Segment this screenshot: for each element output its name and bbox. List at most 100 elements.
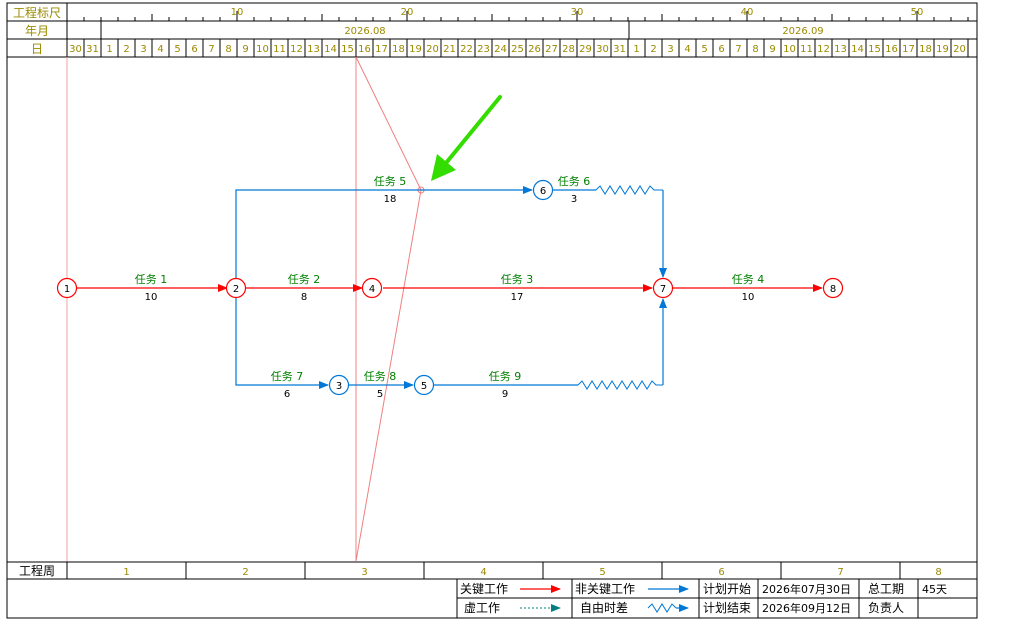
task-duration: 6	[284, 389, 290, 400]
legend-critical-label: 关键工作	[460, 582, 508, 596]
day-cell: 31	[613, 44, 626, 55]
task-9-free-float	[577, 380, 663, 390]
task-name: 任务 1	[135, 273, 168, 286]
node-label: 6	[540, 186, 546, 197]
node-label: 3	[336, 381, 342, 392]
day-cell: 26	[528, 44, 541, 55]
month-september: 2026.09	[782, 26, 823, 37]
day-cell: 3	[667, 44, 673, 55]
node-2[interactable]: 2	[225, 277, 247, 299]
day-cell: 8	[225, 44, 231, 55]
timeline-header: 工程标尺 年月 日 2026.08 2026.09 10 20 30 40 50 30 3…	[6, 2, 978, 58]
day-cell: 5	[174, 44, 180, 55]
ruler-ticks	[66, 11, 969, 21]
day-cell: 10	[783, 44, 796, 55]
task-duration: 17	[511, 292, 524, 303]
day-cell: 25	[511, 44, 524, 55]
day-cell: 11	[800, 44, 813, 55]
day-cell: 14	[851, 44, 864, 55]
node-4[interactable]: 4	[361, 277, 383, 299]
footer: 工程周 1 2 3 4 5 6 7 8 关键工作 非关键工作 虚工作 自由时差 计划开始 20…	[6, 561, 978, 619]
ruler-tick-label: 20	[401, 7, 414, 18]
day-cell: 13	[834, 44, 847, 55]
day-cell: 31	[86, 44, 99, 55]
plan-end-label: 计划结束	[703, 601, 751, 615]
node-label: 8	[830, 284, 836, 295]
week-cell: 3	[361, 567, 367, 578]
total-duration-value: 45天	[922, 583, 947, 596]
total-duration-label: 总工期	[868, 582, 904, 596]
ruler-tick-label: 50	[911, 7, 924, 18]
day-cell: 2	[650, 44, 656, 55]
node-1[interactable]: 1	[56, 277, 78, 299]
task-name: 任务 7	[271, 370, 304, 383]
task-name: 任务 9	[489, 370, 522, 383]
day-cell: 28	[562, 44, 575, 55]
week-cell: 7	[837, 567, 843, 578]
day-cell: 14	[324, 44, 337, 55]
day-cell: 12	[817, 44, 830, 55]
day-cell: 18	[919, 44, 932, 55]
day-cell: 1	[633, 44, 639, 55]
day-cell: 21	[443, 44, 456, 55]
day-cell: 8	[752, 44, 758, 55]
day-cell: 18	[392, 44, 405, 55]
node-label: 1	[64, 284, 70, 295]
task-name: 任务 6	[558, 175, 591, 188]
day-cell: 13	[307, 44, 320, 55]
task-duration: 3	[571, 194, 577, 205]
task-name: 任务 5	[374, 175, 407, 188]
month-label: 年月	[25, 24, 49, 38]
status-check-line	[355, 56, 422, 562]
day-cell: 7	[208, 44, 214, 55]
day-cell: 20	[426, 44, 439, 55]
day-cell: 23	[477, 44, 490, 55]
day-cell: 15	[868, 44, 881, 55]
task-name: 任务 4	[732, 273, 765, 286]
node-7[interactable]: 7	[652, 277, 674, 299]
day-cell: 17	[902, 44, 915, 55]
plan-start-label: 计划开始	[703, 582, 751, 596]
plan-start-value: 2026年07月30日	[762, 582, 851, 596]
day-cell: 19	[409, 44, 422, 55]
day-cell: 1	[106, 44, 112, 55]
day-cell: 16	[358, 44, 371, 55]
owner-label: 负责人	[868, 601, 904, 615]
day-cell: 17	[375, 44, 388, 55]
day-cell: 10	[256, 44, 269, 55]
week-cell: 2	[242, 567, 248, 578]
task-duration: 10	[145, 292, 158, 303]
day-cell: 9	[769, 44, 775, 55]
plan-end-value: 2026年09月12日	[762, 601, 851, 615]
day-cell: 9	[242, 44, 248, 55]
node-label: 4	[369, 284, 375, 295]
week-cell: 4	[480, 567, 486, 578]
day-cell: 29	[579, 44, 592, 55]
day-cell: 5	[701, 44, 707, 55]
node-6[interactable]: 6	[532, 179, 554, 201]
day-cell: 3	[140, 44, 146, 55]
ruler-tick-label: 30	[571, 7, 584, 18]
day-label: 日	[31, 42, 43, 56]
legend-free-float-zigzag	[647, 603, 677, 613]
month-august: 2026.08	[344, 26, 385, 37]
task-duration: 5	[377, 389, 383, 400]
node-8[interactable]: 8	[822, 277, 844, 299]
ruler-tick-label: 10	[231, 7, 244, 18]
legend-free-float-label: 自由时差	[580, 601, 628, 615]
week-cell: 5	[599, 567, 605, 578]
node-3[interactable]: 3	[328, 374, 350, 396]
pointer-arrow-shaft	[444, 95, 502, 165]
day-cell: 15	[341, 44, 354, 55]
day-cell: 16	[885, 44, 898, 55]
task-duration: 9	[502, 389, 508, 400]
ruler-labels: 10 20 30 40 50	[231, 7, 924, 18]
day-cell: 4	[684, 44, 690, 55]
task-name: 任务 8	[364, 370, 397, 383]
legend-dummy-label: 虚工作	[464, 601, 500, 615]
node-5[interactable]: 5	[413, 374, 435, 396]
week-cells: 1 2 3 4 5 6 7 8	[123, 562, 942, 579]
day-cells: 30 31 1 2 3 4 5 6 7 8 9 10 11 12 13 14 15 16 17 18 19 20 21 22 2…	[69, 39, 969, 57]
task-duration: 18	[384, 194, 397, 205]
day-cell: 22	[460, 44, 473, 55]
